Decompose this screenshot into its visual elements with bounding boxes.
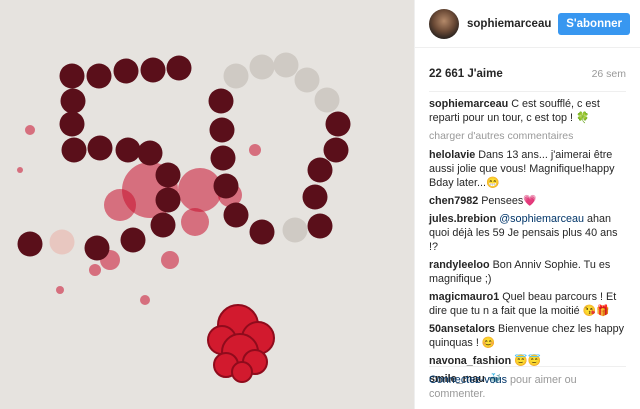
comment-item: magicmauro1 Quel beau parcours ! Et dire… (429, 290, 626, 318)
comment-mention[interactable]: @sophiemarceau (499, 213, 584, 225)
login-prompt: Connectez-vous pour aimer ou commenter. (429, 373, 630, 401)
candle (223, 63, 249, 89)
wax-splatter (249, 144, 261, 156)
comment-text: Pensees💗 (481, 195, 537, 207)
comment-item: helolavie Dans 13 ans... j'aimerai être … (429, 148, 626, 190)
follow-button[interactable]: S'abonner (558, 12, 630, 35)
comment-item: randyleeloo Bon Anniv Sophie. Tu es magn… (429, 258, 626, 286)
wax-splatter (89, 264, 101, 276)
instagram-post: sophiemarceau S'abonner 22 661 J'aime 26… (0, 0, 640, 409)
candle (282, 217, 308, 243)
post-header: sophiemarceau S'abonner (415, 0, 640, 48)
candle-red (84, 235, 110, 261)
likes-count[interactable]: 22 661 J'aime (429, 68, 503, 80)
comments-list: sophiemarceau C est soufflé, c est repar… (415, 92, 640, 386)
caption: sophiemarceau C est soufflé, c est repar… (429, 97, 626, 125)
ribbon-bow (231, 361, 253, 383)
candle-red (155, 162, 181, 188)
comment-item: jules.brebion @sophiemarceau ahan quoi d… (429, 212, 626, 254)
candle-red (137, 140, 163, 166)
avatar[interactable] (429, 8, 459, 39)
candle (209, 117, 235, 143)
candle-red (115, 137, 141, 163)
candle (307, 157, 333, 183)
wax-splatter (56, 286, 64, 294)
wax-splatter (181, 208, 209, 236)
login-link[interactable]: Connectez-vous (429, 374, 507, 386)
candle (208, 88, 234, 114)
post-stats: 22 661 J'aime 26 sem (415, 48, 640, 83)
comment-author[interactable]: helolavie (429, 149, 475, 161)
candle (249, 54, 275, 80)
wax-splatter (104, 189, 136, 221)
comment-author[interactable]: 50ansetalors (429, 323, 495, 335)
candle-red (87, 135, 113, 161)
candle-red (140, 57, 166, 83)
comment-item: chen7982 Pensees💗 (429, 194, 626, 208)
post-side-panel: sophiemarceau S'abonner 22 661 J'aime 26… (414, 0, 640, 409)
candle-red (113, 58, 139, 84)
caption-author[interactable]: sophiemarceau (429, 98, 508, 110)
candle (314, 87, 340, 113)
candle (249, 219, 275, 245)
comment-item: 50ansetalors Bienvenue chez les happy qu… (429, 322, 626, 350)
comment-author[interactable]: magicmauro1 (429, 291, 499, 303)
candle-red (59, 63, 85, 89)
candle-red (155, 187, 181, 213)
load-more-comments-link[interactable]: charger d'autres commentaires (429, 129, 626, 143)
comment-author[interactable]: jules.brebion (429, 213, 496, 225)
header-username[interactable]: sophiemarceau (467, 18, 558, 30)
candle-red (86, 63, 112, 89)
candle-red (49, 229, 75, 255)
candle (323, 137, 349, 163)
post-photo[interactable] (0, 0, 414, 409)
comment-author[interactable]: randyleeloo (429, 259, 490, 271)
footer-divider (429, 366, 626, 367)
candle-red (120, 227, 146, 253)
candle (213, 173, 239, 199)
candle-red (150, 212, 176, 238)
candle-red (60, 88, 86, 114)
candle (302, 184, 328, 210)
wax-splatter (161, 251, 179, 269)
candles-image (17, 52, 351, 383)
post-age[interactable]: 26 sem (592, 68, 626, 80)
candle-red (17, 231, 43, 257)
candle (294, 67, 320, 93)
candle-red (61, 137, 87, 163)
wax-splatter (17, 167, 23, 173)
candle (210, 145, 236, 171)
candle (307, 213, 333, 239)
candle-red (166, 55, 192, 81)
candle (325, 111, 351, 137)
candle (273, 52, 299, 78)
comment-author[interactable]: chen7982 (429, 195, 478, 207)
candle (223, 202, 249, 228)
wax-splatter (25, 125, 35, 135)
candle-red (59, 111, 85, 137)
wax-splatter (140, 295, 150, 305)
